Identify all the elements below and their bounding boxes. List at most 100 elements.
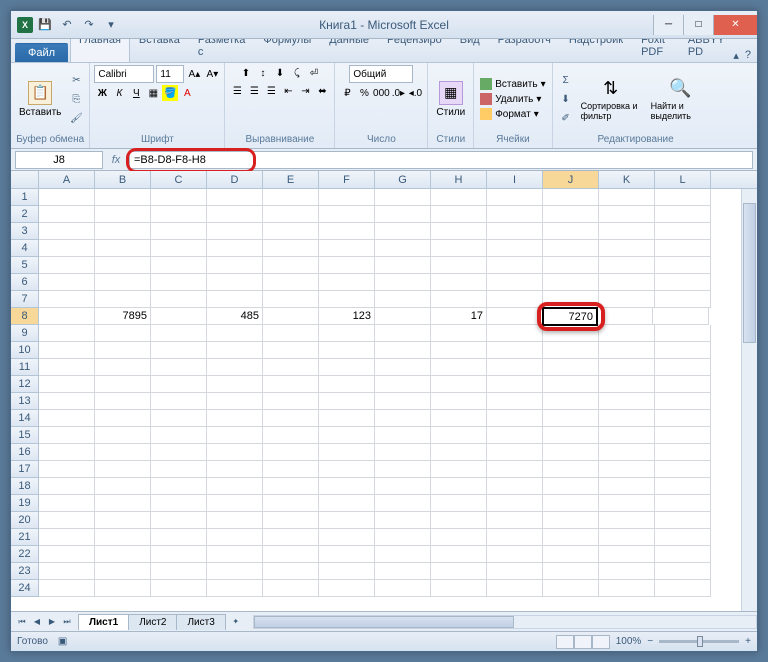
row-header-9[interactable]: 9	[11, 325, 39, 342]
cell-F10[interactable]	[319, 342, 375, 359]
cell-B8[interactable]: 7895	[95, 308, 151, 325]
cell-I15[interactable]	[487, 427, 543, 444]
row-header-3[interactable]: 3	[11, 223, 39, 240]
row-header-21[interactable]: 21	[11, 529, 39, 546]
col-header-D[interactable]: D	[207, 171, 263, 188]
col-header-G[interactable]: G	[375, 171, 431, 188]
sheet-tab-Лист3[interactable]: Лист3	[176, 614, 225, 630]
cell-G19[interactable]	[375, 495, 431, 512]
cell-G17[interactable]	[375, 461, 431, 478]
cell-A13[interactable]	[39, 393, 95, 410]
cell-E10[interactable]	[263, 342, 319, 359]
cell-B11[interactable]	[95, 359, 151, 376]
cell-K5[interactable]	[599, 257, 655, 274]
cell-A6[interactable]	[39, 274, 95, 291]
redo-icon[interactable]: ↷	[79, 15, 99, 35]
cell-D19[interactable]	[207, 495, 263, 512]
row-header-19[interactable]: 19	[11, 495, 39, 512]
cell-I11[interactable]	[487, 359, 543, 376]
cell-I9[interactable]	[487, 325, 543, 342]
cell-L16[interactable]	[655, 444, 711, 461]
vertical-scrollbar[interactable]	[741, 189, 757, 611]
cell-A9[interactable]	[39, 325, 95, 342]
cell-K13[interactable]	[599, 393, 655, 410]
cell-F12[interactable]	[319, 376, 375, 393]
cell-F5[interactable]	[319, 257, 375, 274]
cell-D10[interactable]	[207, 342, 263, 359]
cell-L1[interactable]	[655, 189, 711, 206]
cell-E22[interactable]	[263, 546, 319, 563]
cell-H12[interactable]	[431, 376, 487, 393]
cell-J11[interactable]	[543, 359, 599, 376]
cell-J10[interactable]	[543, 342, 599, 359]
cell-F23[interactable]	[319, 563, 375, 580]
cell-L14[interactable]	[655, 410, 711, 427]
font-color-icon[interactable]: A	[179, 85, 195, 101]
indent-dec-icon[interactable]: ⇤	[280, 83, 296, 99]
cell-E18[interactable]	[263, 478, 319, 495]
cell-L9[interactable]	[655, 325, 711, 342]
cell-I21[interactable]	[487, 529, 543, 546]
row-header-6[interactable]: 6	[11, 274, 39, 291]
cell-B21[interactable]	[95, 529, 151, 546]
cell-E23[interactable]	[263, 563, 319, 580]
cell-D20[interactable]	[207, 512, 263, 529]
cell-K14[interactable]	[599, 410, 655, 427]
cell-K22[interactable]	[599, 546, 655, 563]
cell-L7[interactable]	[655, 291, 711, 308]
cell-J16[interactable]	[543, 444, 599, 461]
cell-K18[interactable]	[599, 478, 655, 495]
cell-F24[interactable]	[319, 580, 375, 597]
percent-icon[interactable]: %	[356, 85, 372, 101]
cell-L24[interactable]	[655, 580, 711, 597]
cell-G23[interactable]	[375, 563, 431, 580]
cell-D1[interactable]	[207, 189, 263, 206]
cell-F3[interactable]	[319, 223, 375, 240]
cell-E24[interactable]	[263, 580, 319, 597]
cell-B19[interactable]	[95, 495, 151, 512]
cell-C8[interactable]	[151, 308, 207, 325]
row-header-8[interactable]: 8	[11, 308, 39, 325]
minimize-ribbon-icon[interactable]: ▴	[733, 49, 739, 62]
bold-button[interactable]: Ж	[94, 85, 110, 101]
cell-J1[interactable]	[543, 189, 599, 206]
cell-K2[interactable]	[599, 206, 655, 223]
sheet-first-icon[interactable]: ⏮	[15, 615, 29, 629]
cell-A5[interactable]	[39, 257, 95, 274]
cell-J24[interactable]	[543, 580, 599, 597]
row-header-12[interactable]: 12	[11, 376, 39, 393]
sheet-tab-Лист2[interactable]: Лист2	[128, 614, 177, 630]
cell-E3[interactable]	[263, 223, 319, 240]
row-header-14[interactable]: 14	[11, 410, 39, 427]
border-icon[interactable]: ▦	[145, 85, 161, 101]
copy-icon[interactable]: ⎘	[67, 90, 85, 108]
row-header-5[interactable]: 5	[11, 257, 39, 274]
font-size-select[interactable]: 11	[156, 65, 184, 83]
cell-K21[interactable]	[599, 529, 655, 546]
cell-H18[interactable]	[431, 478, 487, 495]
cell-F17[interactable]	[319, 461, 375, 478]
hscroll-thumb[interactable]	[254, 616, 514, 628]
cell-L3[interactable]	[655, 223, 711, 240]
cell-K17[interactable]	[599, 461, 655, 478]
cell-F7[interactable]	[319, 291, 375, 308]
cell-B12[interactable]	[95, 376, 151, 393]
cell-C12[interactable]	[151, 376, 207, 393]
cell-E14[interactable]	[263, 410, 319, 427]
cell-K8[interactable]	[597, 308, 653, 325]
cell-H5[interactable]	[431, 257, 487, 274]
col-header-L[interactable]: L	[655, 171, 711, 188]
cell-F22[interactable]	[319, 546, 375, 563]
cell-G6[interactable]	[375, 274, 431, 291]
sheet-tab-Лист1[interactable]: Лист1	[78, 614, 129, 630]
col-header-A[interactable]: A	[39, 171, 95, 188]
row-header-1[interactable]: 1	[11, 189, 39, 206]
name-box[interactable]: J8	[15, 151, 103, 169]
align-right-icon[interactable]: ☰	[263, 83, 279, 99]
cell-I6[interactable]	[487, 274, 543, 291]
cell-E1[interactable]	[263, 189, 319, 206]
zoom-slider[interactable]	[659, 640, 739, 643]
cell-C24[interactable]	[151, 580, 207, 597]
cell-E12[interactable]	[263, 376, 319, 393]
cell-B23[interactable]	[95, 563, 151, 580]
